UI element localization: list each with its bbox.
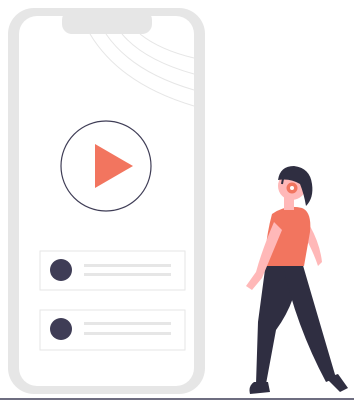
list-item-line-2 xyxy=(84,273,171,276)
list-item-avatar xyxy=(50,259,72,281)
list-item-avatar xyxy=(50,318,72,340)
list-item[interactable] xyxy=(39,250,186,291)
phone-notch xyxy=(62,10,152,34)
list-item[interactable] xyxy=(39,309,186,351)
list-item-line-1 xyxy=(84,264,171,267)
person xyxy=(246,166,348,394)
music-illustration xyxy=(0,8,354,400)
phone xyxy=(8,8,205,394)
play-button[interactable] xyxy=(60,120,152,212)
list-item-line-2 xyxy=(84,332,171,335)
list-item-line-1 xyxy=(84,322,171,325)
person-shoe-front xyxy=(249,382,270,394)
person-leg-back xyxy=(282,262,336,382)
